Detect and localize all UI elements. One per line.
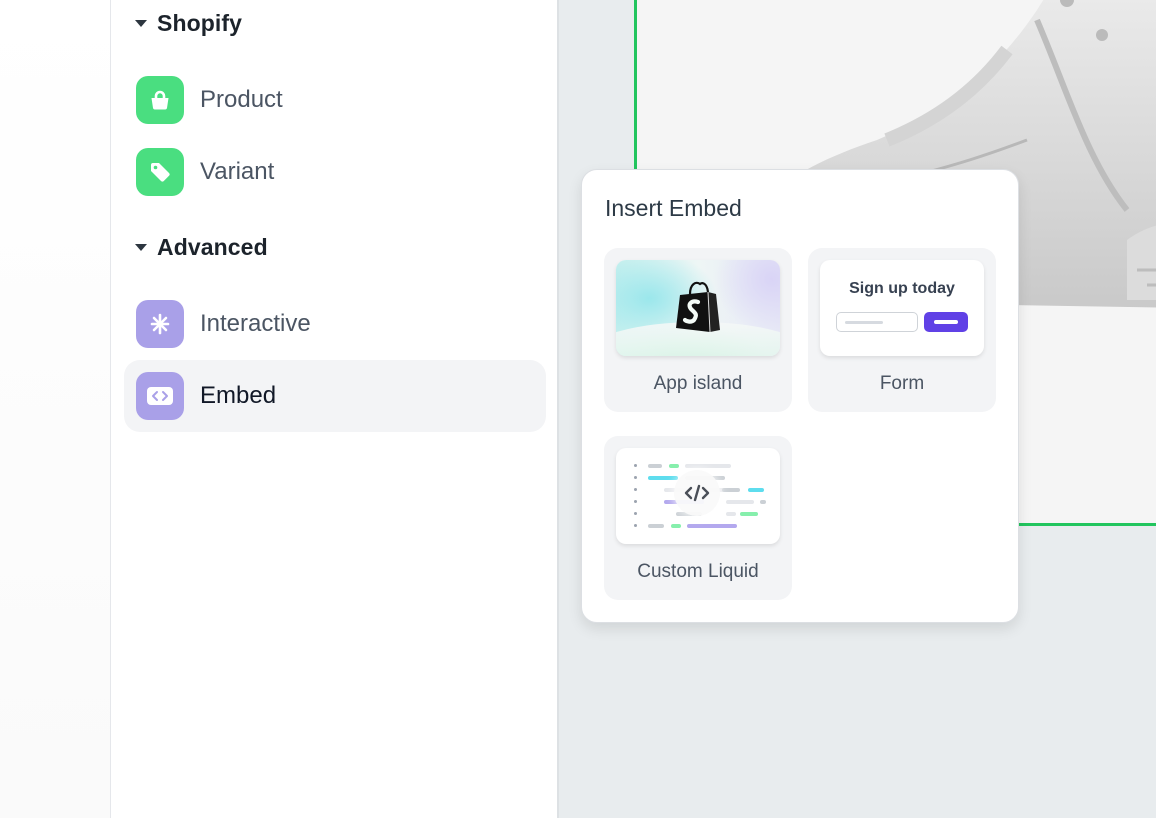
shopify-bag-icon (676, 281, 720, 333)
section-title: Shopify (157, 10, 243, 36)
embed-option-form[interactable]: Sign up today Form (808, 248, 996, 412)
section-header-advanced[interactable]: Advanced (135, 234, 268, 261)
item-label: Product (200, 86, 283, 113)
shopping-bag-icon (136, 76, 184, 124)
code-preview (616, 448, 780, 544)
sidebar-item-variant[interactable]: Variant (124, 136, 546, 208)
sidebar-item-product[interactable]: Product (124, 64, 546, 136)
code-brackets-icon (674, 470, 720, 516)
section-header-shopify[interactable]: Shopify (135, 10, 242, 37)
sidebar-item-interactive[interactable]: Interactive (124, 288, 546, 360)
form-preview: Sign up today (820, 260, 984, 356)
form-preview-heading: Sign up today (849, 280, 955, 297)
popover-title: Insert Embed (605, 195, 742, 221)
caret-down-icon (135, 244, 147, 251)
left-rail (0, 0, 111, 818)
insert-panel: Shopify Product Variant Advanced Interac… (111, 0, 559, 818)
code-icon (136, 372, 184, 420)
tile-label: Custom Liquid (637, 561, 759, 582)
insert-embed-popover: Insert Embed App island Sign up today Fo… (581, 169, 1019, 623)
item-label: Variant (200, 158, 275, 185)
sidebar-item-embed[interactable]: Embed (124, 360, 546, 432)
form-preview-input (836, 312, 918, 332)
app-island-preview (616, 260, 780, 356)
tag-icon (136, 148, 184, 196)
asterisk-icon (136, 300, 184, 348)
embed-option-app-island[interactable]: App island (604, 248, 792, 412)
embed-option-custom-liquid[interactable]: Custom Liquid (604, 436, 792, 600)
item-label: Embed (200, 382, 277, 409)
tile-label: App island (653, 373, 743, 394)
section-title: Advanced (157, 234, 268, 260)
caret-down-icon (135, 20, 147, 27)
item-label: Interactive (200, 310, 311, 337)
tile-label: Form (879, 373, 925, 394)
form-preview-submit (924, 312, 968, 332)
